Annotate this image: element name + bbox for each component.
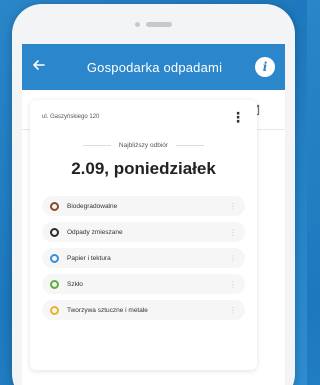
collection-card: ul. Gaszyńskiego 120 ⋮ Najbliższy odbiór… bbox=[30, 100, 257, 370]
more-icon[interactable]: ⋮ bbox=[229, 306, 237, 315]
waste-label: Papier i tektura bbox=[67, 254, 111, 262]
collection-date: 2.09, poniedziałek bbox=[71, 159, 216, 178]
more-icon[interactable]: ⋮ bbox=[229, 280, 237, 289]
waste-label: Szkło bbox=[67, 280, 83, 288]
phone-speaker bbox=[12, 18, 295, 30]
more-options-button[interactable]: ⋮ bbox=[231, 110, 245, 124]
more-icon[interactable]: ⋮ bbox=[229, 228, 237, 237]
app-title: Gospodarka odpadami bbox=[86, 59, 223, 75]
back-button[interactable] bbox=[32, 58, 54, 77]
camera-dot bbox=[135, 21, 140, 27]
divider-right bbox=[176, 145, 205, 146]
waste-color-icon bbox=[50, 253, 59, 263]
next-collection-heading: Najbliższy odbiór bbox=[30, 142, 257, 149]
waste-type-list: Biodegradowalne ⋮ Odpady zmieszane ⋮ Pap… bbox=[42, 196, 245, 326]
info-button[interactable]: i bbox=[255, 57, 275, 77]
waste-item-glass[interactable]: Szkło ⋮ bbox=[42, 274, 245, 294]
waste-item-plastics-metals[interactable]: Tworzywa sztuczne i metale ⋮ bbox=[42, 300, 245, 320]
waste-label: Biodegradowalne bbox=[67, 202, 118, 210]
phone-frame: Gospodarka odpadami i ul. Gaszyńskiego 1… bbox=[12, 4, 295, 385]
app-bar: Gospodarka odpadami i bbox=[22, 44, 285, 90]
divider-left bbox=[82, 145, 111, 146]
next-collection-label: Najbliższy odbiór bbox=[118, 142, 169, 149]
waste-item-biodegradable[interactable]: Biodegradowalne ⋮ bbox=[42, 196, 245, 216]
card-header: ul. Gaszyńskiego 120 ⋮ bbox=[30, 100, 257, 124]
waste-color-icon bbox=[50, 201, 59, 211]
arrow-left-icon bbox=[33, 59, 45, 70]
waste-label: Odpady zmieszane bbox=[67, 228, 123, 236]
waste-color-icon bbox=[50, 279, 59, 289]
waste-color-icon bbox=[50, 305, 59, 315]
address-label: ul. Gaszyńskiego 120 bbox=[42, 114, 100, 120]
waste-color-icon bbox=[50, 227, 59, 237]
more-icon[interactable]: ⋮ bbox=[229, 254, 237, 263]
info-icon: i bbox=[262, 60, 268, 74]
waste-item-mixed[interactable]: Odpady zmieszane ⋮ bbox=[42, 222, 245, 242]
waste-label: Tworzywa sztuczne i metale bbox=[67, 306, 148, 314]
waste-item-paper[interactable]: Papier i tektura ⋮ bbox=[42, 248, 245, 268]
more-icon[interactable]: ⋮ bbox=[229, 202, 237, 211]
speaker-slot bbox=[146, 21, 172, 27]
